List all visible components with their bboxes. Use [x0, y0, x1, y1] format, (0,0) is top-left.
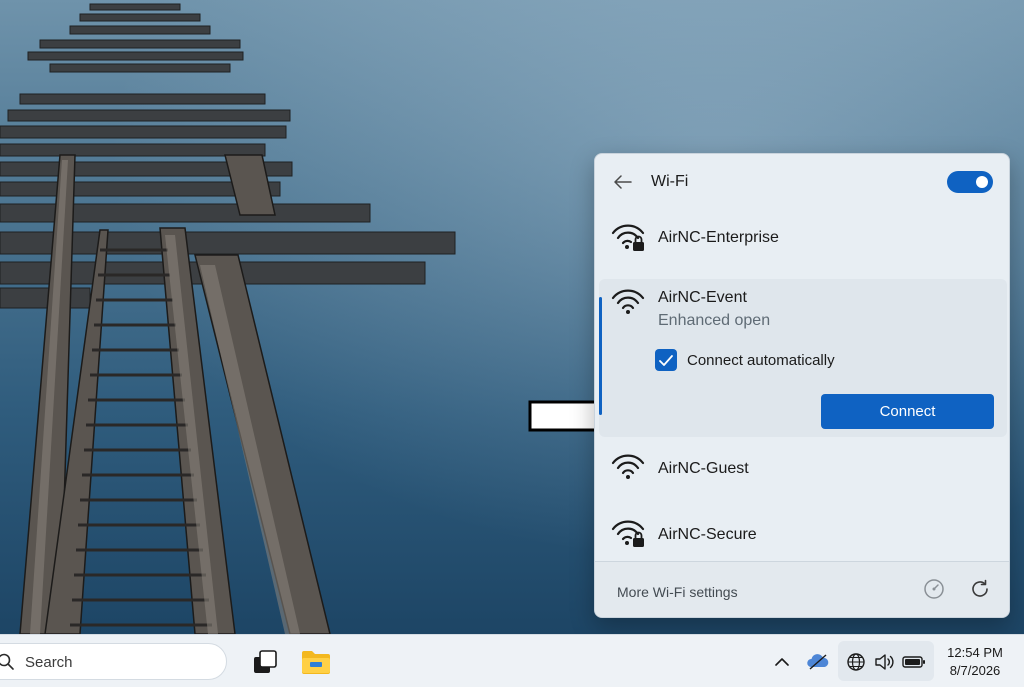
volume-status	[874, 652, 894, 672]
wooden-pier-image	[0, 3, 456, 634]
more-wifi-settings-link[interactable]: More Wi-Fi settings	[617, 584, 738, 600]
folder-icon	[302, 651, 330, 674]
network-item-airnc-enterprise[interactable]: AirNC-Enterprise	[595, 210, 1009, 266]
quick-settings-button[interactable]	[838, 641, 934, 681]
connect-button[interactable]: Connect	[821, 394, 994, 429]
network-item-airnc-secure[interactable]: AirNC-Secure	[595, 506, 1009, 562]
back-button[interactable]	[611, 170, 635, 194]
network-name: AirNC-Event	[658, 289, 747, 306]
file-explorer-button[interactable]	[301, 647, 331, 677]
clock-date: 8/7/2026	[949, 663, 1001, 678]
wifi-flyout: Wi-Fi AirNC-Enterprise AirNC-Event Enhan…	[594, 153, 1010, 618]
globe-icon	[847, 653, 865, 671]
checkmark-icon	[659, 354, 673, 366]
refresh-icon	[972, 579, 988, 597]
speed-gauge-button[interactable]	[921, 576, 947, 602]
wifi-lock-icon	[611, 520, 645, 547]
chevron-up-icon	[775, 658, 789, 666]
network-globe-status	[846, 652, 866, 672]
back-arrow-icon	[614, 175, 632, 189]
taskbar-clock[interactable]: 12:54 PM 8/7/2026	[944, 644, 1006, 680]
selection-indicator	[599, 297, 602, 415]
refresh-button[interactable]	[967, 576, 993, 602]
network-name: AirNC-Guest	[658, 460, 749, 477]
toggle-knob	[976, 176, 988, 188]
onedrive-button[interactable]	[804, 647, 832, 677]
onedrive-icon	[807, 654, 829, 670]
checkbox-box	[655, 349, 677, 371]
connect-automatically-checkbox[interactable]: Connect automatically	[655, 348, 835, 372]
network-name: AirNC-Enterprise	[658, 229, 779, 246]
task-view-button[interactable]	[250, 647, 280, 677]
search-icon	[0, 653, 14, 670]
show-hidden-icons-button[interactable]	[768, 647, 796, 677]
flyout-footer: More Wi-Fi settings	[595, 561, 1009, 617]
battery-status	[902, 652, 926, 672]
flyout-title: Wi-Fi	[651, 173, 689, 190]
volume-icon	[875, 654, 894, 670]
network-item-airnc-event[interactable]: AirNC-Event Enhanced open Connect automa…	[599, 279, 1007, 437]
taskbar-search-box[interactable]: Search	[0, 643, 227, 680]
checkbox-label: Connect automatically	[687, 351, 835, 369]
clock-time: 12:54 PM	[947, 645, 1003, 660]
network-status: Enhanced open	[658, 312, 771, 329]
wifi-toggle[interactable]	[947, 171, 993, 193]
flyout-header: Wi-Fi	[595, 154, 1009, 210]
speed-gauge-icon	[924, 579, 944, 599]
battery-icon	[902, 656, 925, 668]
network-name: AirNC-Secure	[658, 526, 757, 543]
task-view-icon	[254, 650, 277, 673]
wifi-icon	[611, 454, 645, 479]
wifi-icon	[611, 289, 645, 314]
taskbar: Search 12:54 PM 8/7/2026	[0, 634, 1024, 687]
search-label: Search	[25, 654, 73, 671]
network-item-airnc-guest[interactable]: AirNC-Guest	[595, 440, 1009, 496]
wifi-lock-icon	[611, 224, 645, 251]
